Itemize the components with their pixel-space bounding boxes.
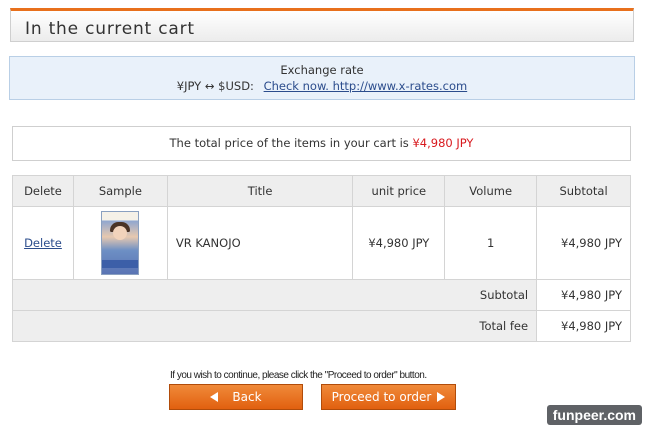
back-button-label: Back [232, 390, 262, 404]
item-volume: 1 [444, 206, 538, 280]
item-unit-price: ¥4,980 JPY [352, 206, 446, 280]
delete-item-link[interactable]: Delete [24, 236, 62, 250]
total-fee-label: Total fee [11, 310, 538, 342]
proceed-instruction: If you wish to continue, please click th… [170, 370, 427, 381]
page-title: In the current cart [25, 19, 195, 39]
column-header-volume: Volume [444, 175, 538, 207]
total-fee-value: ¥4,980 JPY [536, 310, 631, 342]
exchange-rate-link[interactable]: Check now. http://www.x-rates.com [264, 79, 468, 93]
proceed-to-order-button[interactable]: Proceed to order [321, 384, 456, 410]
cart-header-row: Delete Sample Title unit price Volume Su… [12, 175, 631, 207]
proceed-button-label: Proceed to order [331, 390, 432, 404]
thumbnail-band-shape [102, 260, 139, 268]
column-header-subtotal: Subtotal [536, 175, 631, 207]
cart-total-text: The total price of the items in your car… [169, 136, 409, 150]
exchange-rate-title: Exchange rate [280, 63, 364, 77]
table-row: Delete VR KANOJO ¥4,980 JPY 1 ¥4,980 JPY [12, 206, 631, 280]
product-thumbnail[interactable] [101, 211, 140, 275]
currency-pair-label: ¥JPY ↔ $USD: [176, 79, 254, 93]
cart-table: Delete Sample Title unit price Volume Su… [11, 175, 631, 342]
total-fee-row: Total fee ¥4,980 JPY [11, 310, 631, 342]
column-header-title: Title [166, 175, 354, 207]
item-title: VR KANOJO [166, 206, 354, 280]
column-header-sample: Sample [72, 175, 168, 207]
cart-total-banner: The total price of the items in your car… [12, 126, 631, 161]
item-subtotal: ¥4,980 JPY [536, 206, 631, 280]
back-button[interactable]: Back [169, 384, 303, 410]
cart-total-amount: ¥4,980 JPY [412, 136, 474, 150]
column-header-delete: Delete [12, 175, 74, 207]
delete-cell: Delete [12, 206, 74, 280]
subtotal-value: ¥4,980 JPY [536, 279, 631, 311]
column-header-unit-price: unit price [352, 175, 446, 207]
thumbnail-face-shape [113, 226, 128, 240]
subtotal-row: Subtotal ¥4,980 JPY [11, 279, 631, 311]
page-header: In the current cart [10, 8, 634, 42]
triangle-right-icon [437, 391, 446, 402]
subtotal-label: Subtotal [11, 279, 538, 311]
exchange-rate-line: ¥JPY ↔ $USD: Check now. http://www.x-rat… [10, 79, 634, 93]
sample-cell [72, 206, 168, 280]
watermark: funpeer.com [546, 405, 642, 425]
exchange-rate-panel: Exchange rate ¥JPY ↔ $USD: Check now. ht… [9, 56, 635, 100]
triangle-left-icon [210, 391, 219, 402]
